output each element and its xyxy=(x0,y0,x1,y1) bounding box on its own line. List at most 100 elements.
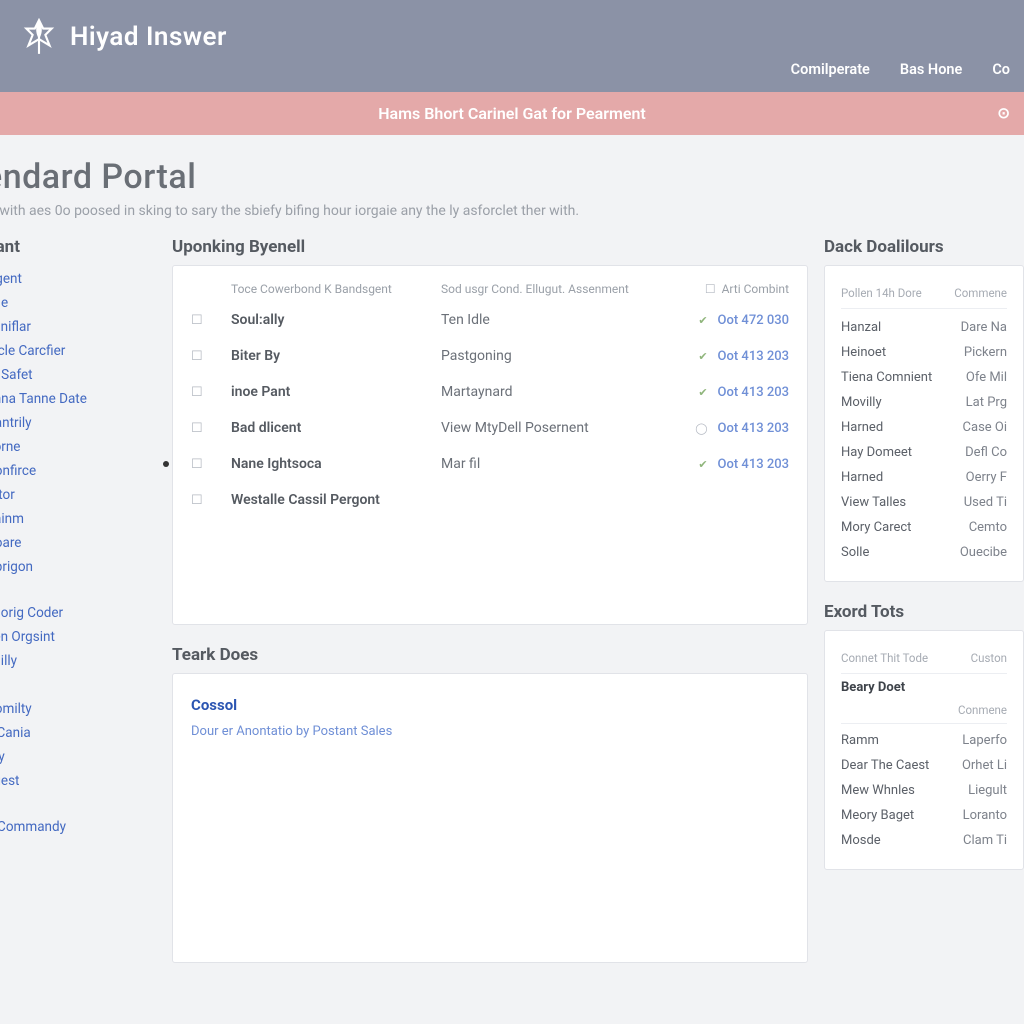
sidebar-item[interactable]: ory xyxy=(0,745,156,769)
events-head-3[interactable]: ☐Arti Combint xyxy=(674,282,789,296)
events-section: Uponking Byenell Toce Cowerbond K Bandsg… xyxy=(172,237,808,625)
sidebar-item[interactable]: anorig Coder xyxy=(0,601,156,625)
sidebar: bant Ogenterleenniflarercle Carcfierer S… xyxy=(0,237,156,963)
sidebar-group-3: o Commandyryd xyxy=(0,815,156,887)
event-name: Biter By xyxy=(231,348,441,364)
doc-icon: ☐ xyxy=(191,349,203,364)
sidebar-item[interactable]: artor xyxy=(0,483,156,507)
list-item[interactable]: Meory BagetLoranto xyxy=(841,803,1007,828)
alert-close-icon[interactable]: ⊙ xyxy=(997,104,1010,122)
list-item[interactable]: MovillyLat Prg xyxy=(841,390,1007,415)
event-date-link[interactable]: ◯Oot 413 203 xyxy=(674,421,789,436)
brand-name: Hiyad Inswer xyxy=(70,22,227,52)
sidebar-item[interactable]: e Cania xyxy=(0,721,156,745)
sidebar-item[interactable]: enniflar xyxy=(0,315,156,339)
sidebar-item[interactable]: Coare xyxy=(0,531,156,555)
sidebar-item[interactable]: Ogent xyxy=(0,267,156,291)
list-item[interactable]: SolleOuecibe xyxy=(841,540,1007,565)
list-item[interactable]: MosdeClam Ti xyxy=(841,828,1007,853)
events-panel: Toce Cowerbond K Bandsgent Sod usgr Cond… xyxy=(172,265,808,625)
sidebar-group-2: anorig Codernen OrgsintanillynComiltye C… xyxy=(0,601,156,793)
list-item[interactable]: Dear The CaestOrhet Li xyxy=(841,753,1007,778)
events-title: Uponking Byenell xyxy=(172,237,808,257)
sidebar-item[interactable]: n xyxy=(0,673,156,697)
list-item[interactable]: Mory CarectCemto xyxy=(841,515,1007,540)
list-item[interactable]: HeinoetPickern xyxy=(841,340,1007,365)
nav-item-3[interactable]: Co xyxy=(992,61,1010,78)
list-item[interactable]: Mew WhnlesLiegult xyxy=(841,778,1007,803)
dack-section: Dack Doalilours Pollen 14h Dore Commene … xyxy=(824,237,1024,582)
sidebar-item[interactable]: ry xyxy=(0,839,156,863)
sidebar-group-1: Ogenterleenniflarercle Carcfierer Safeto… xyxy=(0,267,156,579)
list-item[interactable]: HanzalDare Na xyxy=(841,315,1007,340)
page-title: endard Portal xyxy=(0,157,1024,197)
doc-icon: ☐ xyxy=(191,313,203,328)
exord-panel: Connet Thit Tode Custon Beary Doet Conme… xyxy=(824,630,1024,870)
sidebar-item[interactable]: Cantrily xyxy=(0,411,156,435)
top-nav: Comilperate Bas Hone Co xyxy=(791,61,1024,78)
sidebar-item[interactable]: Comilty xyxy=(0,697,156,721)
list-item[interactable]: Hay DomeetDefl Co xyxy=(841,440,1007,465)
teark-main-link[interactable]: Cossol xyxy=(191,696,789,714)
event-date-link[interactable]: ✔Oot 413 203 xyxy=(674,457,789,472)
nav-item-1[interactable]: Comilperate xyxy=(791,61,870,78)
event-desc: Mar fil xyxy=(441,456,674,472)
page-subtitle: rk with aes 0o poosed in sking to sary t… xyxy=(0,203,1024,219)
event-desc: Martaynard xyxy=(441,384,674,400)
dack-panel: Pollen 14h Dore Commene HanzalDare NaHei… xyxy=(824,265,1024,582)
brand[interactable]: Hiyad Inswer xyxy=(0,18,1024,56)
teark-panel: Cossol Dour er Anontatio by Postant Sale… xyxy=(172,673,808,963)
event-date-link[interactable]: ✔Oot 413 203 xyxy=(674,349,789,364)
event-date-link[interactable]: ✔Oot 413 203 xyxy=(674,385,789,400)
sidebar-item[interactable]: borne xyxy=(0,435,156,459)
event-name: inoe Pant xyxy=(231,384,441,400)
sidebar-heading: bant xyxy=(0,237,156,257)
sidebar-item[interactable]: erle xyxy=(0,291,156,315)
teark-title: Teark Does xyxy=(172,645,808,665)
sidebar-item[interactable]: nen Orgsint xyxy=(0,625,156,649)
sidebar-item[interactable]: Sainm xyxy=(0,507,156,531)
sidebar-item[interactable]: er Safet xyxy=(0,363,156,387)
sidebar-item[interactable]: ercle Carcfier xyxy=(0,339,156,363)
exord-section: Exord Tots Connet Thit Tode Custon Beary… xyxy=(824,602,1024,870)
event-row[interactable]: ☐Bad dlicentView MtyDell Posernent◯Oot 4… xyxy=(173,410,807,446)
event-row[interactable]: ☐Nane IghtsocaMar fil✔Oot 413 203 xyxy=(173,446,807,482)
event-row[interactable]: ☐Westalle Cassil Pergont xyxy=(173,482,807,518)
event-row[interactable]: ☐inoe PantMartaynard✔Oot 413 203 xyxy=(173,374,807,410)
event-name: Nane Ightsoca xyxy=(231,456,441,472)
dack-head-r: Commene xyxy=(954,286,1007,300)
sidebar-item[interactable]: o Commandy xyxy=(0,815,156,839)
list-item[interactable]: HarnedCase Oi xyxy=(841,415,1007,440)
event-date-link[interactable]: ✔Oot 472 030 xyxy=(674,313,789,328)
teark-section: Teark Does Cossol Dour er Anontatio by P… xyxy=(172,645,808,963)
sidebar-item[interactable]: onna Tanne Date xyxy=(0,387,156,411)
dack-title: Dack Doalilours xyxy=(824,237,1024,257)
event-name: Soul:ally xyxy=(231,312,441,328)
teark-sub-link[interactable]: Dour er Anontatio by Postant Sales xyxy=(191,724,392,739)
sidebar-item[interactable]: Confirce xyxy=(0,459,156,483)
nav-item-2[interactable]: Bas Hone xyxy=(900,61,962,78)
alert-text: Hams Bhort Carinel Gat for Pearment xyxy=(378,104,646,123)
sidebar-item[interactable]: Aprigon xyxy=(0,555,156,579)
list-item[interactable]: HarnedOerry F xyxy=(841,465,1007,490)
event-name: Westalle Cassil Pergont xyxy=(231,492,441,508)
list-item[interactable]: RammLaperfo xyxy=(841,728,1007,753)
top-header: Hiyad Inswer Comilperate Bas Hone Co xyxy=(0,0,1024,92)
list-item[interactable]: View TallesUsed Ti xyxy=(841,490,1007,515)
sidebar-item[interactable]: d xyxy=(0,863,156,887)
events-head-1: Toce Cowerbond K Bandsgent xyxy=(231,282,441,296)
event-row[interactable]: ☐Soul:allyTen Idle✔Oot 472 030 xyxy=(173,302,807,338)
exord-sub: Conmene xyxy=(841,703,1007,724)
event-row[interactable]: ☐ Biter ByPastgoning✔Oot 413 203 xyxy=(173,338,807,374)
exord-head-l: Connet Thit Tode xyxy=(841,651,928,665)
events-table-head: Toce Cowerbond K Bandsgent Sod usgr Cond… xyxy=(173,266,807,302)
sidebar-item[interactable]: anilly xyxy=(0,649,156,673)
events-head-2: Sod usgr Cond. Ellugut. Assenment xyxy=(441,282,674,296)
brand-logo-icon xyxy=(22,18,56,56)
event-name: Bad dlicent xyxy=(231,420,441,436)
list-item[interactable]: Tiena ComnientOfe Mil xyxy=(841,365,1007,390)
event-desc: View MtyDell Posernent xyxy=(441,420,674,436)
page-heading: endard Portal rk with aes 0o poosed in s… xyxy=(0,135,1024,237)
sidebar-item[interactable]: agest xyxy=(0,769,156,793)
event-desc: Pastgoning xyxy=(441,348,674,364)
